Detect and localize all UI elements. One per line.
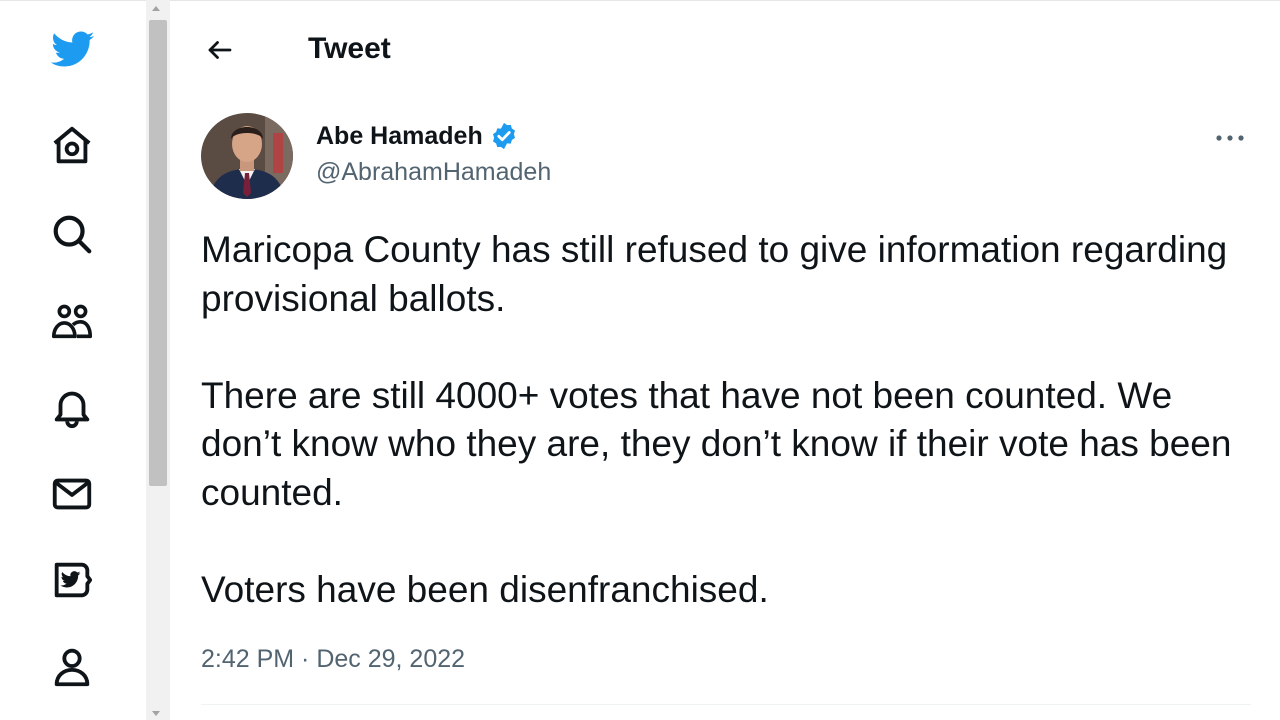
verified-badge-icon xyxy=(492,122,515,150)
author-name-text[interactable]: Abe Hamadeh xyxy=(316,120,483,152)
home-icon[interactable] xyxy=(48,122,96,170)
page-title: Tweet xyxy=(308,32,391,65)
scroll-down-arrow-icon[interactable] xyxy=(152,711,160,716)
avatar[interactable] xyxy=(201,113,293,199)
window-top-border xyxy=(0,0,1280,1)
tweet-paragraph: Maricopa County has still refused to giv… xyxy=(201,229,1228,319)
notifications-bell-icon[interactable] xyxy=(48,383,96,431)
tweet-paragraph: There are still 4000+ votes that have no… xyxy=(201,374,1232,513)
tweet-timestamp[interactable]: 2:42 PM · Dec 29, 2022 xyxy=(201,642,465,676)
back-arrow-icon xyxy=(208,41,232,59)
author-name[interactable]: Abe Hamadeh xyxy=(316,120,519,152)
more-options-button[interactable] xyxy=(1208,120,1252,156)
twitter-blue-icon[interactable] xyxy=(48,556,96,604)
scrollbar-thumb[interactable] xyxy=(149,20,167,486)
search-icon[interactable] xyxy=(48,210,96,258)
scroll-up-arrow-icon[interactable] xyxy=(152,6,160,11)
more-dots-icon xyxy=(1216,135,1244,141)
tweet-paragraph: Voters have been disenfranchised. xyxy=(201,568,769,610)
tweet-text: Maricopa County has still refused to giv… xyxy=(201,226,1261,614)
vertical-scrollbar[interactable] xyxy=(146,0,170,720)
twitter-bird-icon[interactable] xyxy=(48,26,96,74)
communities-icon[interactable] xyxy=(48,297,96,345)
divider xyxy=(201,704,1251,705)
author-handle[interactable]: @AbrahamHamadeh xyxy=(316,156,551,188)
messages-envelope-icon[interactable] xyxy=(48,470,96,518)
profile-icon[interactable] xyxy=(48,643,96,691)
back-button[interactable] xyxy=(198,28,242,72)
